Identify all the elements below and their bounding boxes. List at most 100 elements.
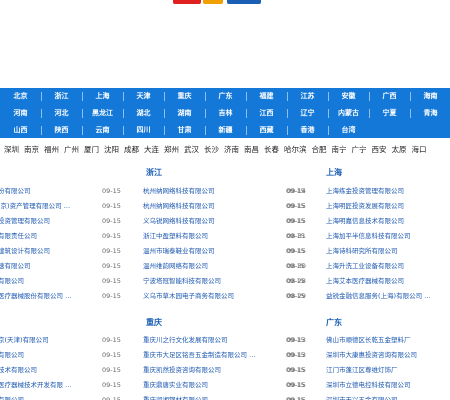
company-link[interactable]: (京)资产管理有限公司 … — [0, 202, 70, 210]
company-link[interactable]: 医疗器械技术开发有限 … — [0, 381, 72, 389]
city-link[interactable]: 大连 — [144, 145, 159, 154]
company-link[interactable]: 温州市瑞泰鞋业有限公司 — [143, 247, 215, 255]
province-link[interactable]: 新疆 — [205, 122, 246, 138]
province-link[interactable]: 江西 — [246, 105, 287, 121]
company-link[interactable]: 投资管理有限公司 — [0, 217, 50, 225]
list-item: 速有限公司 09-15 — [0, 259, 121, 274]
company-link[interactable]: 速有限公司 — [0, 262, 31, 270]
province-link[interactable]: 西藏 — [246, 122, 287, 138]
nav-divider — [205, 109, 206, 118]
province-link[interactable]: 宁夏 — [369, 105, 410, 121]
list-item: 有限责任公司 09-15 — [0, 229, 121, 244]
list-item: 上海练金投资管理有限公司 09-15 — [286, 184, 450, 199]
city-link[interactable]: 郑州 — [164, 145, 179, 154]
company-link[interactable]: 上海明匠投资发展有限公司 — [326, 202, 404, 210]
province-link[interactable]: 甘肃 — [164, 122, 205, 138]
city-link[interactable]: 广宁 — [352, 145, 367, 154]
province-link[interactable]: 内蒙古 — [328, 105, 369, 121]
company-link[interactable]: 技术有限公司 — [0, 366, 37, 374]
company-link[interactable]: 杭州纳网络科技有限公司 — [143, 202, 215, 210]
company-link[interactable]: 深圳市天兴五金有限公司 — [326, 396, 398, 400]
province-link[interactable]: 台湾 — [328, 122, 369, 138]
company-link[interactable]: 上海艾本医疗器械有限公司 — [326, 277, 404, 285]
province-link[interactable]: 海南 — [410, 88, 450, 104]
city-link[interactable]: 厦门 — [84, 145, 99, 154]
province-link[interactable]: 广西 — [369, 88, 410, 104]
city-link[interactable]: 合肥 — [312, 145, 327, 154]
province-link[interactable]: 吉林 — [205, 105, 246, 121]
city-link[interactable]: 深圳 — [4, 145, 19, 154]
company-link[interactable]: 佛山市顺德区长乾五金塑料厂 — [326, 336, 411, 344]
company-link[interactable]: 重庆润湘钢材有限公司 — [143, 396, 208, 400]
company-link[interactable]: 有限公司 — [0, 351, 24, 359]
province-link[interactable]: 福建 — [246, 88, 287, 104]
company-link[interactable]: 京(天津)有限公司 — [0, 336, 49, 344]
province-link[interactable]: 河北 — [41, 105, 82, 121]
province-link[interactable]: 湖北 — [123, 105, 164, 121]
city-link[interactable]: 西安 — [372, 145, 387, 154]
company-link[interactable]: 重庆市大足区铭吾五金制造有限公司 … — [143, 351, 256, 359]
company-link[interactable]: 重庆凯然投资咨询有限公司 — [143, 366, 221, 374]
company-link[interactable]: 杭州纳网络科技有限公司 — [143, 187, 215, 195]
province-link[interactable]: 广东 — [205, 88, 246, 104]
city-link[interactable]: 广州 — [64, 145, 79, 154]
section-title-zhejiang[interactable]: 浙江 — [146, 168, 162, 178]
site-logo[interactable] — [165, 0, 275, 6]
city-link[interactable]: 南昌 — [244, 145, 259, 154]
city-link[interactable]: 沈阳 — [104, 145, 119, 154]
city-link[interactable]: 海口 — [412, 145, 427, 154]
city-link[interactable]: 太原 — [392, 145, 407, 154]
company-link[interactable]: 宁波塔冠智能科技有限公司 — [143, 277, 221, 285]
company-link[interactable]: 温州维韵网络有限公司 — [143, 262, 208, 270]
province-link[interactable]: 香港 — [287, 122, 328, 138]
city-link[interactable]: 南宁 — [332, 145, 347, 154]
company-link[interactable]: 上海练金投资管理有限公司 — [326, 187, 404, 195]
company-link[interactable]: 义乌锐网络科技有限公司 — [143, 217, 215, 225]
province-link[interactable]: 黑龙江 — [82, 105, 123, 121]
section-title-shanghai[interactable]: 上海 — [326, 168, 342, 178]
company-link[interactable]: 益锐金融信息服务(上海)有限公司 … — [326, 292, 431, 300]
company-link[interactable]: 有限责任公司 — [0, 232, 37, 240]
company-link[interactable]: 重庆川之行文化发展有限公司 — [143, 336, 228, 344]
province-link[interactable]: 青海 — [410, 105, 450, 121]
city-link[interactable]: 福州 — [44, 145, 59, 154]
province-link[interactable]: 云南 — [82, 122, 123, 138]
company-link[interactable]: 建筑设计有限公司 — [0, 247, 50, 255]
company-link[interactable]: 义乌市草木园电子商务有限公司 — [143, 292, 234, 300]
province-link[interactable]: 陕西 — [41, 122, 82, 138]
company-link[interactable]: 上海升洗工业设备有限公司 — [326, 262, 404, 270]
city-link[interactable]: 长沙 — [204, 145, 219, 154]
province-link[interactable]: 浙江 — [41, 88, 82, 104]
city-link[interactable]: 武汉 — [184, 145, 199, 154]
province-link[interactable]: 湖南 — [164, 105, 205, 121]
province-link[interactable]: 北京 — [0, 88, 41, 104]
province-link[interactable]: 重庆 — [164, 88, 205, 104]
company-link[interactable]: 浙江中盈塑料有限公司 — [143, 232, 208, 240]
company-link[interactable]: 有限公司 — [0, 277, 24, 285]
province-link[interactable]: 山西 — [0, 122, 41, 138]
province-link[interactable]: 江苏 — [287, 88, 328, 104]
company-link[interactable]: 江门市蓬江区尊维灯饰厂 — [326, 366, 398, 374]
province-link[interactable]: 四川 — [123, 122, 164, 138]
province-link[interactable]: 上海 — [82, 88, 123, 104]
section-title-chongqing[interactable]: 重庆 — [146, 318, 162, 328]
company-link[interactable]: 深圳市立德电控科技有限公司 — [326, 381, 411, 389]
company-link[interactable]: 上海诗科研究所有限公司 — [326, 247, 398, 255]
company-link[interactable]: 上海加平半信息科技有限公司 — [326, 232, 411, 240]
province-link[interactable]: 天津 — [123, 88, 164, 104]
city-link[interactable]: 南京 — [24, 145, 39, 154]
company-link[interactable]: 重庆鼎唐实业有限公司 — [143, 381, 208, 389]
city-link[interactable]: 济南 — [224, 145, 239, 154]
city-link[interactable]: 长春 — [264, 145, 279, 154]
section-title-guangdong[interactable]: 广东 — [326, 318, 342, 328]
city-link[interactable]: 成都 — [124, 145, 139, 154]
company-link[interactable]: 上海明嘉信息技术有限公司 — [326, 217, 404, 225]
company-link[interactable]: 有限公司 — [0, 396, 24, 400]
city-link[interactable]: 哈尔滨 — [284, 145, 307, 154]
province-link[interactable]: 辽宁 — [287, 105, 328, 121]
company-link[interactable]: 深圳市大康惠投资咨询有限公司 — [326, 351, 417, 359]
company-link[interactable]: 医疗器械股份有限公司 … — [0, 292, 72, 300]
province-link[interactable]: 河南 — [0, 105, 41, 121]
company-link[interactable]: 份有限公司 — [0, 187, 31, 195]
province-link[interactable]: 安徽 — [328, 88, 369, 104]
